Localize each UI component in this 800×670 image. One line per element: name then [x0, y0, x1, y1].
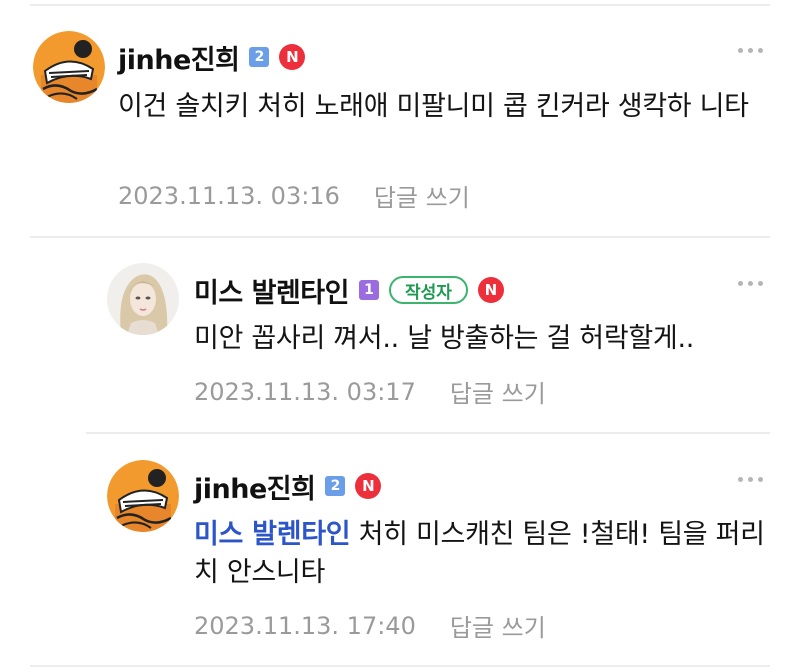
reply-button[interactable]: 답글 쓰기	[374, 178, 470, 213]
character-avatar-icon[interactable]	[107, 460, 179, 532]
nickname[interactable]: jinhe진희	[118, 38, 240, 77]
comment-meta: 2023.11.13. 17:40 답글 쓰기	[194, 608, 546, 643]
level-badge: 1	[358, 280, 379, 300]
comment-meta: 2023.11.13. 03:16 답글 쓰기	[118, 178, 470, 213]
comment-text: 이건 솔치키 처히 노래애 미팔니미 콥 킨커라 생칵하 니타	[118, 91, 749, 122]
top-divider	[30, 4, 770, 6]
nickname[interactable]: 미스 발렌타인	[194, 271, 349, 310]
comment-divider	[30, 236, 770, 238]
reply-button[interactable]: 답글 쓰기	[450, 374, 546, 409]
comment-header: jinhe진희 2 N	[118, 37, 306, 77]
new-badge: N	[355, 473, 382, 499]
mention-link[interactable]: 미스 발렌타인	[194, 519, 351, 550]
level-badge: 2	[325, 476, 346, 496]
more-options-icon[interactable]	[738, 477, 763, 482]
more-options-icon[interactable]	[738, 48, 763, 53]
comment-date: 2023.11.13. 03:17	[194, 377, 416, 406]
author-tag: 작성자	[388, 276, 468, 304]
comment-date: 2023.11.13. 03:16	[118, 181, 340, 210]
character-avatar-icon[interactable]	[33, 31, 105, 103]
comment-text: 미스 발렌타인 처히 미스캐친 팀은 !철태! 팀을 퍼리치 안스니타	[194, 516, 774, 592]
comment-divider	[86, 432, 770, 434]
comment-header: jinhe진희 2 N	[194, 466, 382, 506]
comment-text: 미안 꼽사리 껴서.. 날 방출하는 걸 허락할게..	[194, 323, 695, 354]
nickname[interactable]: jinhe진희	[194, 467, 316, 506]
new-badge: N	[279, 44, 306, 70]
reply-button[interactable]: 답글 쓰기	[450, 608, 546, 643]
portrait-avatar-icon[interactable]	[107, 263, 179, 335]
comment-header: 미스 발렌타인 1 작성자 N	[194, 270, 504, 310]
comment-divider	[30, 665, 770, 667]
new-badge: N	[477, 277, 504, 303]
level-badge: 2	[249, 47, 270, 67]
more-options-icon[interactable]	[738, 281, 763, 286]
comment-date: 2023.11.13. 17:40	[194, 611, 416, 640]
comment-meta: 2023.11.13. 03:17 답글 쓰기	[194, 374, 546, 409]
